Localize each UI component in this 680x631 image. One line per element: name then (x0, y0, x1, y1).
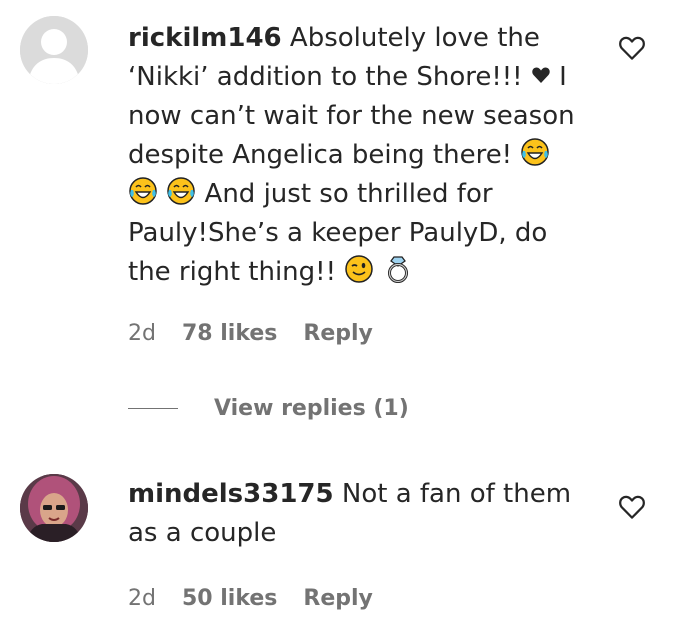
comment-line: despite Angelica being there! (128, 140, 513, 170)
comment-line: Not a fan of them (341, 479, 572, 509)
heart-like-icon[interactable] (617, 492, 647, 522)
comment-line: Absolutely love the (289, 23, 540, 53)
view-replies-row: View replies (1) (128, 392, 409, 424)
comment-timestamp: 2d (128, 320, 156, 346)
comment-timestamp: 2d (128, 585, 156, 611)
comment-likes-count[interactable]: 78 likes (182, 321, 277, 346)
comment-username[interactable]: mindels33175 (128, 479, 334, 509)
ring-icon (387, 256, 408, 283)
black-heart-icon (532, 67, 550, 83)
avatar[interactable] (20, 16, 88, 84)
default-avatar-icon (20, 16, 88, 84)
avatar[interactable] (20, 474, 88, 542)
comment-username[interactable]: rickilm146 (128, 23, 282, 53)
winking-face-icon (345, 255, 374, 283)
comment-line: Pauly!She’s a keeper PaulyD, do (128, 218, 548, 248)
user-photo-icon (20, 474, 88, 542)
reply-button[interactable]: Reply (303, 321, 373, 346)
face-with-tears-of-joy-icon (521, 138, 550, 166)
comment-text: mindels33175 Not a fan of them as a coup… (128, 475, 598, 553)
comment-likes-count[interactable]: 50 likes (182, 586, 277, 611)
comment-line: as a couple (128, 518, 277, 548)
view-replies-button[interactable]: View replies (1) (214, 396, 409, 421)
heart-like-icon[interactable] (617, 33, 647, 63)
face-with-tears-of-joy-icon (129, 177, 157, 205)
reply-button[interactable]: Reply (303, 586, 373, 611)
comment-line: And just so thrilled for (204, 179, 493, 209)
comment-line: I (559, 62, 567, 92)
comment-line: now can’t wait for the new season (128, 101, 575, 131)
comment-line: the right thing!! (128, 257, 337, 287)
comment-text: rickilm146 Absolutely love the ‘Nikki’ a… (128, 19, 598, 292)
face-with-tears-of-joy-icon (167, 177, 196, 205)
replies-divider (128, 407, 178, 409)
comment-meta: 2d 50 likes Reply (128, 583, 373, 613)
comment-meta: 2d 78 likes Reply (128, 318, 373, 348)
comment-line: ‘Nikki’ addition to the Shore!!! (128, 62, 523, 92)
